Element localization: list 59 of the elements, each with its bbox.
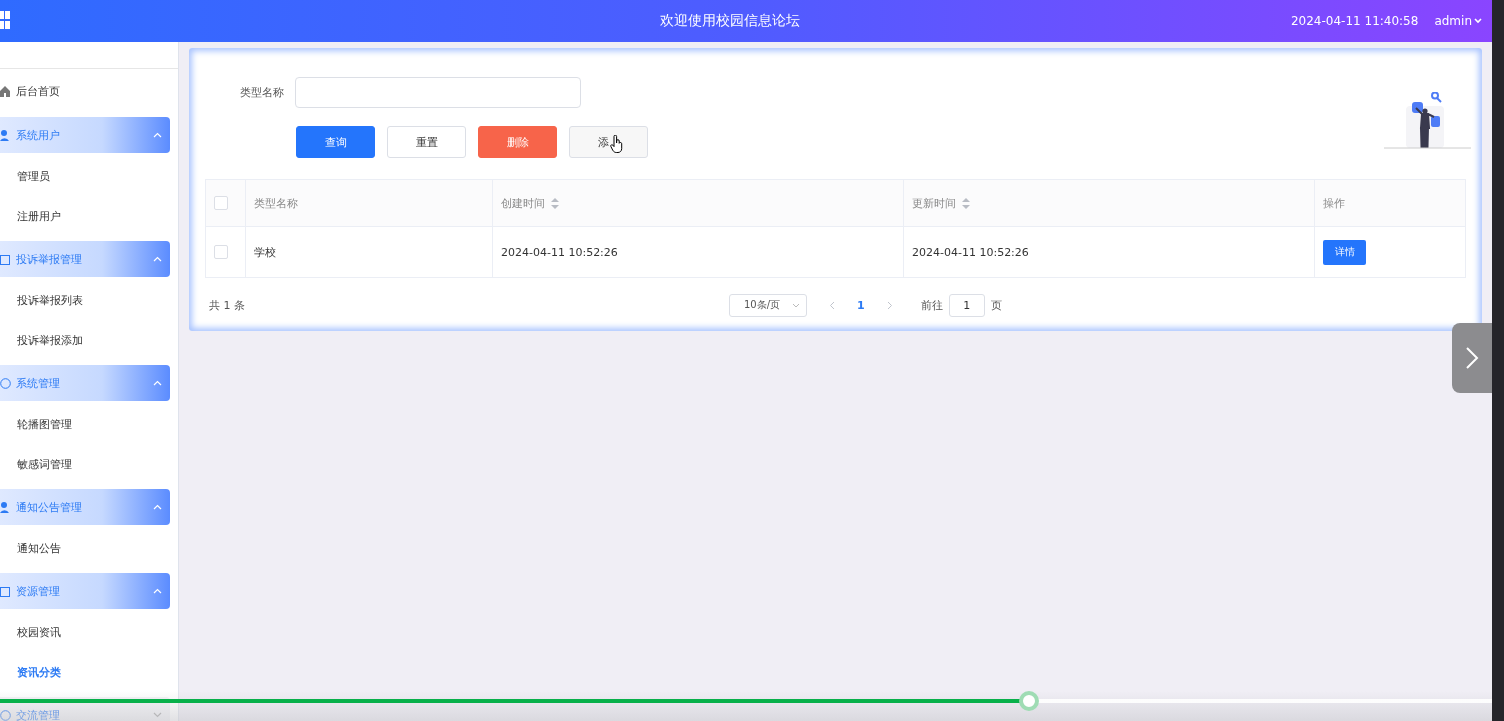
goto-label: 前往: [920, 297, 943, 313]
column-header: 类型名称: [254, 195, 298, 211]
menu-group[interactable]: 通知公告管理: [0, 489, 170, 525]
submenu-item[interactable]: 资讯分类: [0, 653, 178, 693]
row-checkbox[interactable]: [214, 245, 228, 259]
sort-icon[interactable]: [551, 197, 559, 209]
submenu-item[interactable]: 注册用户: [0, 197, 178, 237]
submenu-item[interactable]: 投诉举报列表: [0, 281, 178, 321]
page-input[interactable]: 1: [948, 293, 985, 317]
datetime: 2024-04-11 11:40:58: [1290, 14, 1419, 28]
page-number[interactable]: 1: [857, 298, 865, 312]
menu-group[interactable]: 投诉举报管理: [0, 241, 170, 277]
menu-item[interactable]: 后台首页: [0, 69, 178, 113]
header-cell[interactable]: 更新时间: [904, 180, 1315, 226]
next-page-icon[interactable]: [886, 300, 893, 310]
detail-button[interactable]: 详情: [1323, 239, 1366, 265]
table-cell: 学校: [254, 244, 276, 260]
grid-icon[interactable]: [0, 11, 10, 31]
menu-group[interactable]: 系统管理: [0, 365, 170, 401]
hand-cursor-icon: [610, 135, 624, 153]
table-cell: 2024-04-11 10:52:26: [501, 245, 618, 259]
field-label: 类型名称: [240, 85, 285, 100]
column-header: 操作: [1323, 195, 1345, 211]
chevron-icon[interactable]: [153, 712, 162, 718]
action-button[interactable]: 删除: [478, 126, 557, 158]
chevron-right-icon[interactable]: [1465, 346, 1479, 370]
submenu-item[interactable]: 敏感词管理: [0, 445, 178, 485]
submenu-item[interactable]: 通知公告: [0, 529, 178, 569]
progress-thumb[interactable]: [1019, 691, 1040, 711]
user-menu[interactable]: admin: [1434, 14, 1482, 28]
submenu-item[interactable]: 轮播图管理: [0, 405, 178, 445]
home-icon: [0, 85, 10, 97]
action-button[interactable]: 查询: [296, 126, 375, 158]
user-icon: [0, 129, 11, 141]
action-button[interactable]: 重置: [387, 126, 466, 158]
page-unit: 页: [990, 297, 1002, 313]
total-count: 共 1 条: [209, 297, 245, 313]
name-input[interactable]: [295, 77, 581, 108]
square-icon: [0, 253, 11, 265]
select-all-checkbox[interactable]: [214, 196, 228, 210]
circle-icon: [0, 709, 11, 721]
submenu-item[interactable]: 投诉举报添加: [0, 321, 178, 361]
menu-group[interactable]: 系统用户: [0, 117, 170, 153]
header-cell[interactable]: 创建时间: [493, 180, 904, 226]
sort-icon[interactable]: [962, 197, 970, 209]
page-size-select[interactable]: 10条/页: [729, 293, 807, 317]
circle-icon: [0, 377, 11, 389]
next-arrow-button[interactable]: [1452, 323, 1492, 393]
menu-group[interactable]: 资源管理: [0, 573, 170, 609]
square-icon: [0, 585, 11, 597]
submenu-item[interactable]: 管理员: [0, 157, 178, 197]
site-title: 欢迎使用校园信息论坛: [659, 12, 802, 30]
column-header: 更新时间: [912, 195, 956, 211]
submenu-item[interactable]: 校园资讯: [0, 613, 178, 653]
user-icon: [0, 501, 11, 513]
table-cell: 2024-04-11 10:52:26: [912, 245, 1029, 259]
column-header: 创建时间: [501, 195, 545, 211]
action-button[interactable]: 添: [569, 126, 648, 158]
previous-page-icon[interactable]: [829, 300, 835, 310]
